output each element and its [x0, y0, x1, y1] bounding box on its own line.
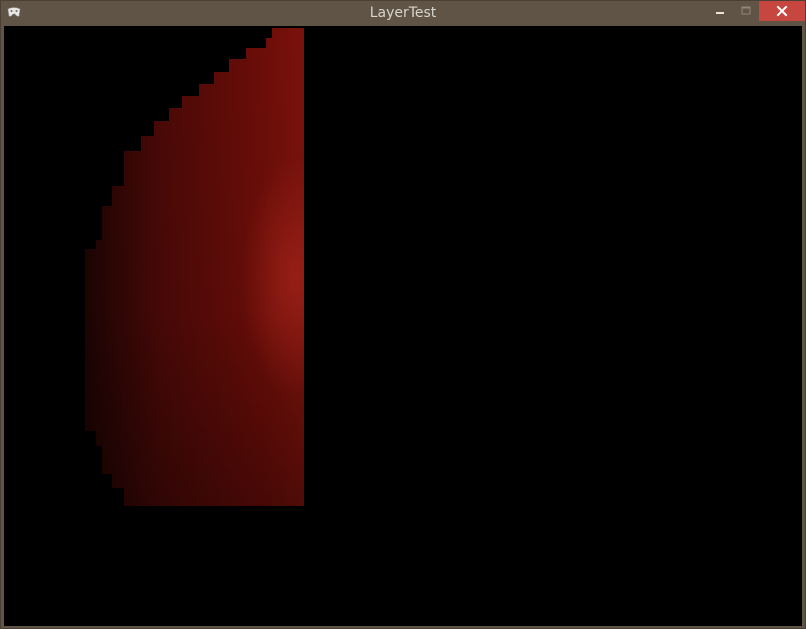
maximize-button[interactable]	[733, 1, 759, 21]
minimize-icon	[716, 12, 724, 14]
app-window: LayerTest	[0, 0, 806, 629]
red-layer-shape	[85, 28, 304, 506]
close-button[interactable]	[759, 1, 805, 21]
minimize-button[interactable]	[707, 1, 733, 21]
maximize-icon	[741, 6, 751, 15]
app-gamepad-icon[interactable]	[6, 4, 22, 20]
title-bar[interactable]: LayerTest	[1, 1, 805, 26]
close-icon	[776, 5, 788, 17]
render-canvas[interactable]	[4, 26, 802, 626]
window-title: LayerTest	[369, 5, 437, 21]
